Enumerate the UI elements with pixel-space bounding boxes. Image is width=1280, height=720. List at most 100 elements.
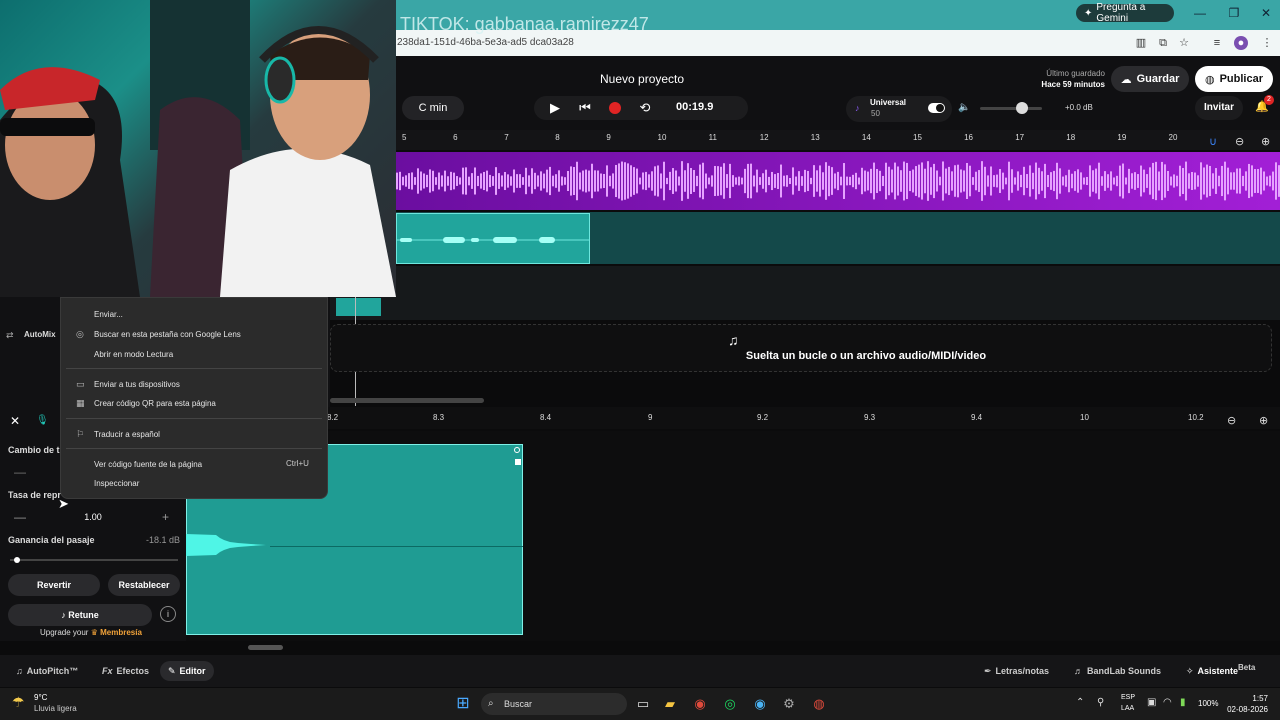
project-title[interactable]: Nuevo proyecto [600, 72, 684, 86]
tab-lyrics-label: Letras/notas [995, 666, 1050, 676]
loop-icon[interactable]: ⟲ [637, 100, 653, 116]
universal-label: Universal [870, 98, 907, 107]
tab-bandlab-sounds[interactable]: ♬ BandLab Sounds [1066, 661, 1169, 681]
publish-button[interactable]: ◍ Publicar [1195, 66, 1273, 92]
bookmark-star-icon[interactable]: ☆ [1177, 36, 1191, 50]
language-indicator[interactable]: ESP [1121, 694, 1135, 701]
timeline-scrollbar[interactable] [330, 398, 484, 403]
automix-icon[interactable]: ⇄ [6, 330, 14, 341]
wifi-icon[interactable]: ◠ [1163, 697, 1172, 708]
weather-rain-icon[interactable]: ☂ [12, 694, 25, 711]
notifications-tray-icon[interactable]: ▣ [1147, 697, 1156, 708]
maximize-icon[interactable]: ❐ [1226, 5, 1242, 21]
pencil-icon: ✎ [168, 665, 176, 676]
menu-item-google-lens[interactable]: ◎ Buscar en esta pestaña con Google Lens [60, 324, 328, 344]
task-view-icon[interactable]: ▭ [634, 695, 652, 713]
search-icon: ⌕ [488, 698, 494, 709]
url-text[interactable]: 238da1-151d-46ba-5e3a-ad5 dca03a28 [397, 37, 574, 48]
info-icon[interactable]: i [160, 606, 176, 622]
small-audio-clip[interactable] [336, 298, 381, 316]
editor-clip-waveform [186, 534, 286, 556]
record-button[interactable] [609, 102, 621, 114]
battery-icon[interactable]: ▮ [1180, 697, 1186, 708]
menu-item-send-devices[interactable]: ▭ Enviar a tus dispositivos [60, 374, 328, 394]
menu-item-reading-mode[interactable]: Abrir en modo Lectura [60, 344, 328, 364]
weather-description[interactable]: Lluvia ligera [34, 704, 77, 713]
minimize-icon[interactable]: — [1192, 5, 1208, 21]
timeline-ruler[interactable] [396, 130, 1280, 150]
chevron-up-icon[interactable]: ⌃ [1076, 697, 1084, 708]
skip-back-icon[interactable]: ⏮ [577, 100, 593, 116]
speaker-icon[interactable]: 🔈 [958, 102, 970, 113]
teal-audio-clip[interactable] [396, 213, 590, 264]
taskbar-search[interactable] [481, 693, 627, 715]
editor-ruler[interactable] [186, 407, 1280, 429]
play-icon[interactable]: ▶ [547, 100, 563, 116]
reset-button[interactable]: Restablecer [108, 574, 180, 596]
master-volume-knob[interactable] [1016, 102, 1028, 114]
save-button[interactable]: ☁ Guardar [1111, 66, 1189, 92]
zoom-out-icon[interactable]: ⊖ [1235, 135, 1244, 148]
revert-button[interactable]: Revertir [8, 574, 100, 596]
editor-zoom-out-icon[interactable]: ⊖ [1227, 414, 1236, 427]
snap-magnet-icon[interactable]: ∪ [1209, 135, 1217, 148]
retune-button[interactable]: ♪ Retune [8, 604, 152, 626]
tab-editor[interactable]: ✎ Editor [160, 661, 214, 681]
key-selector[interactable]: C min [402, 96, 464, 120]
app-icon[interactable]: ◍ [810, 695, 828, 713]
weather-temperature[interactable]: 9°C [34, 693, 47, 702]
clock-time[interactable]: 1:57 [1244, 694, 1268, 703]
clock-date[interactable]: 02-08-2026 [1226, 705, 1268, 714]
ruler-tick: 17 [1015, 133, 1025, 142]
file-explorer-icon[interactable]: ▰ [661, 695, 679, 713]
reading-mode-icon[interactable]: ▥ [1134, 36, 1148, 50]
clip-loop-handle[interactable] [514, 447, 520, 453]
ruler-tick: 19 [1117, 133, 1127, 142]
clip-gain-slider[interactable] [10, 559, 178, 561]
editor-zoom-in-icon[interactable]: ⊕ [1259, 414, 1268, 427]
close-window-icon[interactable]: ✕ [1258, 5, 1274, 21]
chrome-icon[interactable]: ◉ [691, 695, 709, 713]
rate-decrease-button[interactable]: — [14, 510, 26, 524]
menu-item-translate[interactable]: ⚐ Traducir a español [60, 424, 328, 444]
editor-scrollbar[interactable] [248, 645, 283, 650]
universal-toggle[interactable] [928, 103, 945, 113]
empty-track[interactable] [330, 266, 1280, 320]
tab-autopitch[interactable]: ♫ AutoPitch™ [8, 661, 86, 681]
menu-separator [66, 368, 322, 369]
teal-clip-waveform [397, 237, 589, 243]
tab-lyrics[interactable]: ✒ Letras/notas [976, 661, 1057, 681]
playback-rate-value[interactable]: 1.00 [70, 512, 116, 522]
upgrade-link[interactable]: Upgrade your ♛ Membresía [40, 628, 142, 637]
tab-assistant[interactable]: ✧ Asistente [1178, 661, 1246, 681]
battery-percent[interactable]: 100% [1198, 699, 1218, 708]
media-controls-icon[interactable]: ≡ [1210, 36, 1224, 50]
close-icon[interactable]: ✕ [10, 414, 20, 428]
automix-label[interactable]: AutoMix [24, 330, 56, 339]
mic-tray-icon[interactable]: ⚲ [1097, 697, 1104, 708]
tab-effects[interactable]: Fx Efectos [94, 661, 157, 681]
pitch-minus[interactable]: — [14, 465, 26, 479]
browser-menu-icon[interactable]: ⋮ [1260, 36, 1274, 50]
windows-start-icon[interactable]: ⊞ [454, 695, 472, 713]
settings-gear-icon[interactable]: ⚙ [780, 695, 798, 713]
chrome-profile-icon[interactable]: ◉ [751, 695, 769, 713]
master-volume-slider[interactable] [980, 107, 1042, 110]
install-app-icon[interactable]: ⧉ [1156, 36, 1170, 50]
rate-increase-button[interactable]: + [162, 510, 169, 524]
drop-zone[interactable] [330, 324, 1272, 372]
invite-button[interactable]: Invitar [1195, 96, 1243, 120]
membership-link[interactable]: ♛ Membresía [91, 628, 142, 637]
menu-item-inspect[interactable]: Inspeccionar [60, 473, 328, 493]
menu-item-qr-code[interactable]: ▦ Crear código QR para esta página [60, 393, 328, 413]
layout-indicator[interactable]: LAA [1121, 705, 1134, 712]
menu-item-send[interactable]: Enviar... [60, 304, 328, 324]
devices-icon: ▭ [76, 378, 85, 389]
clip-gain-knob[interactable] [13, 557, 20, 563]
ruler-tick: 15 [913, 133, 922, 142]
gemini-button[interactable]: ✦ Pregunta a Gemini [1076, 2, 1174, 24]
zoom-in-icon[interactable]: ⊕ [1261, 135, 1270, 148]
profile-avatar[interactable]: ● [1234, 36, 1248, 50]
spotify-icon[interactable]: ◎ [721, 695, 739, 713]
clip-resize-handle[interactable] [515, 459, 521, 465]
